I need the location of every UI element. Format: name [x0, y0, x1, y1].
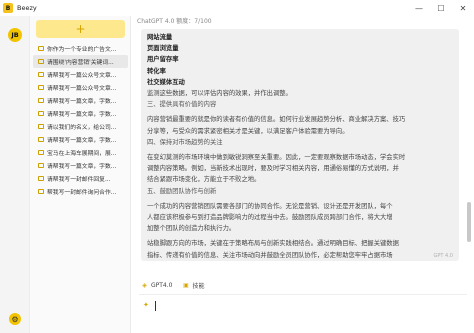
- message-line: 三、提供具有价值的内容: [147, 101, 217, 109]
- message-line: 四、保持对市场趋势的关注: [147, 138, 223, 146]
- chat-bubble-icon: [38, 59, 44, 64]
- minimize-button[interactable]: —: [408, 0, 430, 16]
- conversation-item[interactable]: 请帮我写一篇公众号文章...: [33, 68, 128, 81]
- window-title: Beezy: [17, 4, 37, 12]
- chat-bubble-icon: [38, 163, 44, 168]
- scrollbar-thumb[interactable]: [467, 202, 471, 242]
- window-controls: — ☐ ✕: [408, 0, 474, 16]
- message-model-tag: GPT 4.0: [433, 253, 454, 259]
- message-line: 人都应该积极参与到打造品牌影响力的过程当中去。鼓励团队成员跨部门合作，将大大增: [147, 214, 393, 222]
- message-line: 网站流量: [147, 34, 173, 41]
- message-line: 加整个团队的创造力和执行力。: [147, 225, 236, 233]
- conversation-label: 请围绕'内容营销'关键词...: [47, 60, 114, 66]
- message-line: 转化率: [147, 67, 166, 75]
- message-input[interactable]: [143, 299, 443, 313]
- conversation-label: 请帮我写一篇文章，字数...: [47, 164, 117, 170]
- chat-bubble-icon: [38, 124, 44, 129]
- message-line: 在变幻莫测的市场环境中做到敏锐洞察至关重要。因此，一定要观察数据市场动态，学会实…: [147, 154, 406, 162]
- conversation-label: 请帮我写一篇文章，字数...: [47, 112, 117, 118]
- message-line: 五、鼓励团队协作与创新: [147, 187, 217, 195]
- conversation-item[interactable]: 宝马在上海车展期间，展...: [33, 146, 128, 159]
- chat-bubble-icon: [38, 46, 44, 51]
- chat-bubble-icon: [38, 98, 44, 103]
- skills-icon: ▣: [183, 281, 189, 289]
- model-quota-info: ChatGPT 4.0 额度：7/100: [137, 18, 212, 25]
- message-input-area: ✦: [139, 294, 467, 332]
- conversation-item[interactable]: 请以我们的名义，给公司...: [33, 120, 128, 133]
- conversation-label: 请帮我写一篇公众号文章...: [47, 73, 117, 79]
- chat-bubble-icon: [38, 176, 44, 181]
- conversation-label: 你作为一个专业的广告文...: [47, 47, 117, 53]
- conversation-item[interactable]: 请帮我写一篇文章，字数...: [33, 94, 128, 107]
- chat-bubble-icon: [38, 150, 44, 155]
- conversation-label: 请帮我写一篇文章，字数...: [47, 138, 117, 144]
- conversation-label: 请帮我写一篇文章，字数...: [47, 99, 117, 105]
- message-line: 指标、传递有价值的信息、关注市场动向并鼓励全员团队协作，必定帮助您牢牢占据市场: [147, 251, 393, 259]
- message-line: 结合紧跟市场变化，方能立于不败之地。: [147, 176, 261, 184]
- conversation-item[interactable]: 请帮我写一篇文章，字数...: [33, 133, 128, 146]
- conversation-item[interactable]: 请帮我写一篇文章，字数...: [33, 159, 128, 172]
- new-chat-button[interactable]: +: [36, 20, 125, 38]
- message-line: 内容营销最重要的就是你的读者有价值的信息。如何行业发展趋势分析、商业解决方案、技…: [147, 116, 406, 124]
- user-avatar[interactable]: JB: [8, 28, 22, 42]
- message-line: 页面浏览量: [147, 45, 179, 53]
- chat-bubble-icon: [38, 85, 44, 90]
- skills-button[interactable]: ▣ 技能: [182, 281, 204, 290]
- conversation-item[interactable]: 你作为一个专业的广告文...: [33, 42, 128, 55]
- message-line: 分享等，与受众的需求紧密相关才是关键，以满足客户体验需要为导向。: [147, 127, 349, 135]
- conversation-item[interactable]: 请帮我写一封邮件回复...: [33, 172, 128, 185]
- message-line: 调整内容策略。例如，当新技术出现时，要及时学习相关内容，用通俗易懂的方式说明，并: [147, 165, 399, 173]
- skills-label: 技能: [192, 282, 205, 290]
- message-line: 监测这些数据，可以评估内容的效果，并作出调整。: [147, 90, 292, 98]
- message-line: 社交媒体互动: [147, 78, 185, 86]
- conversation-label: 请帮我写一篇公众号文章...: [47, 86, 117, 92]
- conversation-sidebar: + 你作为一个专业的广告文... 请围绕'内容营销'关键词... 请帮我写一篇公众号…: [30, 16, 131, 333]
- conversation-item[interactable]: 帮我写一封邮件询问合作...: [33, 185, 128, 198]
- chat-icon: ◈: [142, 281, 147, 289]
- chat-bubble-icon: [38, 189, 44, 194]
- conversation-item[interactable]: 请帮我写一篇公众号文章...: [33, 81, 128, 94]
- chat-bubble-icon: [38, 111, 44, 116]
- message-line: 用户留存率: [147, 56, 179, 64]
- model-selector-label: GPT4.0: [151, 281, 173, 289]
- title-bar: B Beezy — ☐ ✕: [0, 0, 474, 16]
- input-toolbar: ◈ GPT4.0 ▣ 技能: [141, 279, 215, 291]
- chat-bubble-icon: [38, 72, 44, 77]
- message-line: 一个成功的内容营销团队需要各部门的协同合作。无论是营销、设计还是开发团队，每个: [147, 202, 393, 210]
- conversation-label: 帮我写一封邮件询问合作...: [47, 190, 117, 196]
- conversation-list: 你作为一个专业的广告文... 请围绕'内容营销'关键词... 请帮我写一篇公众号文章…: [33, 42, 128, 198]
- app-logo: B: [3, 3, 13, 13]
- conversation-label: 请帮我写一封邮件回复...: [47, 177, 111, 183]
- chat-bubble-icon: [38, 137, 44, 142]
- conversation-item[interactable]: 请围绕'内容营销'关键词...: [33, 55, 128, 68]
- left-rail: JB ⚙: [0, 16, 30, 333]
- model-selector[interactable]: ◈ GPT4.0: [141, 282, 172, 289]
- message-line: 站稳脚跟方向的市场，关键在于策略布局与创新实践相结合。通过明确目标、把握关键数据: [147, 240, 399, 248]
- conversation-label: 请以我们的名义，给公司...: [47, 125, 117, 131]
- maximize-button[interactable]: ☐: [430, 0, 452, 16]
- chat-panel: ChatGPT 4.0 额度：7/100 网站流量页面浏览量用户留存率转化率社交…: [131, 16, 474, 333]
- close-button[interactable]: ✕: [452, 0, 474, 16]
- gear-icon[interactable]: ⚙: [9, 313, 21, 325]
- assistant-message: 网站流量页面浏览量用户留存率转化率社交媒体互动监测这些数据，可以评估内容的效果，…: [141, 29, 459, 261]
- conversation-label: 宝马在上海车展期间，展...: [47, 151, 117, 157]
- conversation-item[interactable]: 请帮我写一篇文章，字数...: [33, 107, 128, 120]
